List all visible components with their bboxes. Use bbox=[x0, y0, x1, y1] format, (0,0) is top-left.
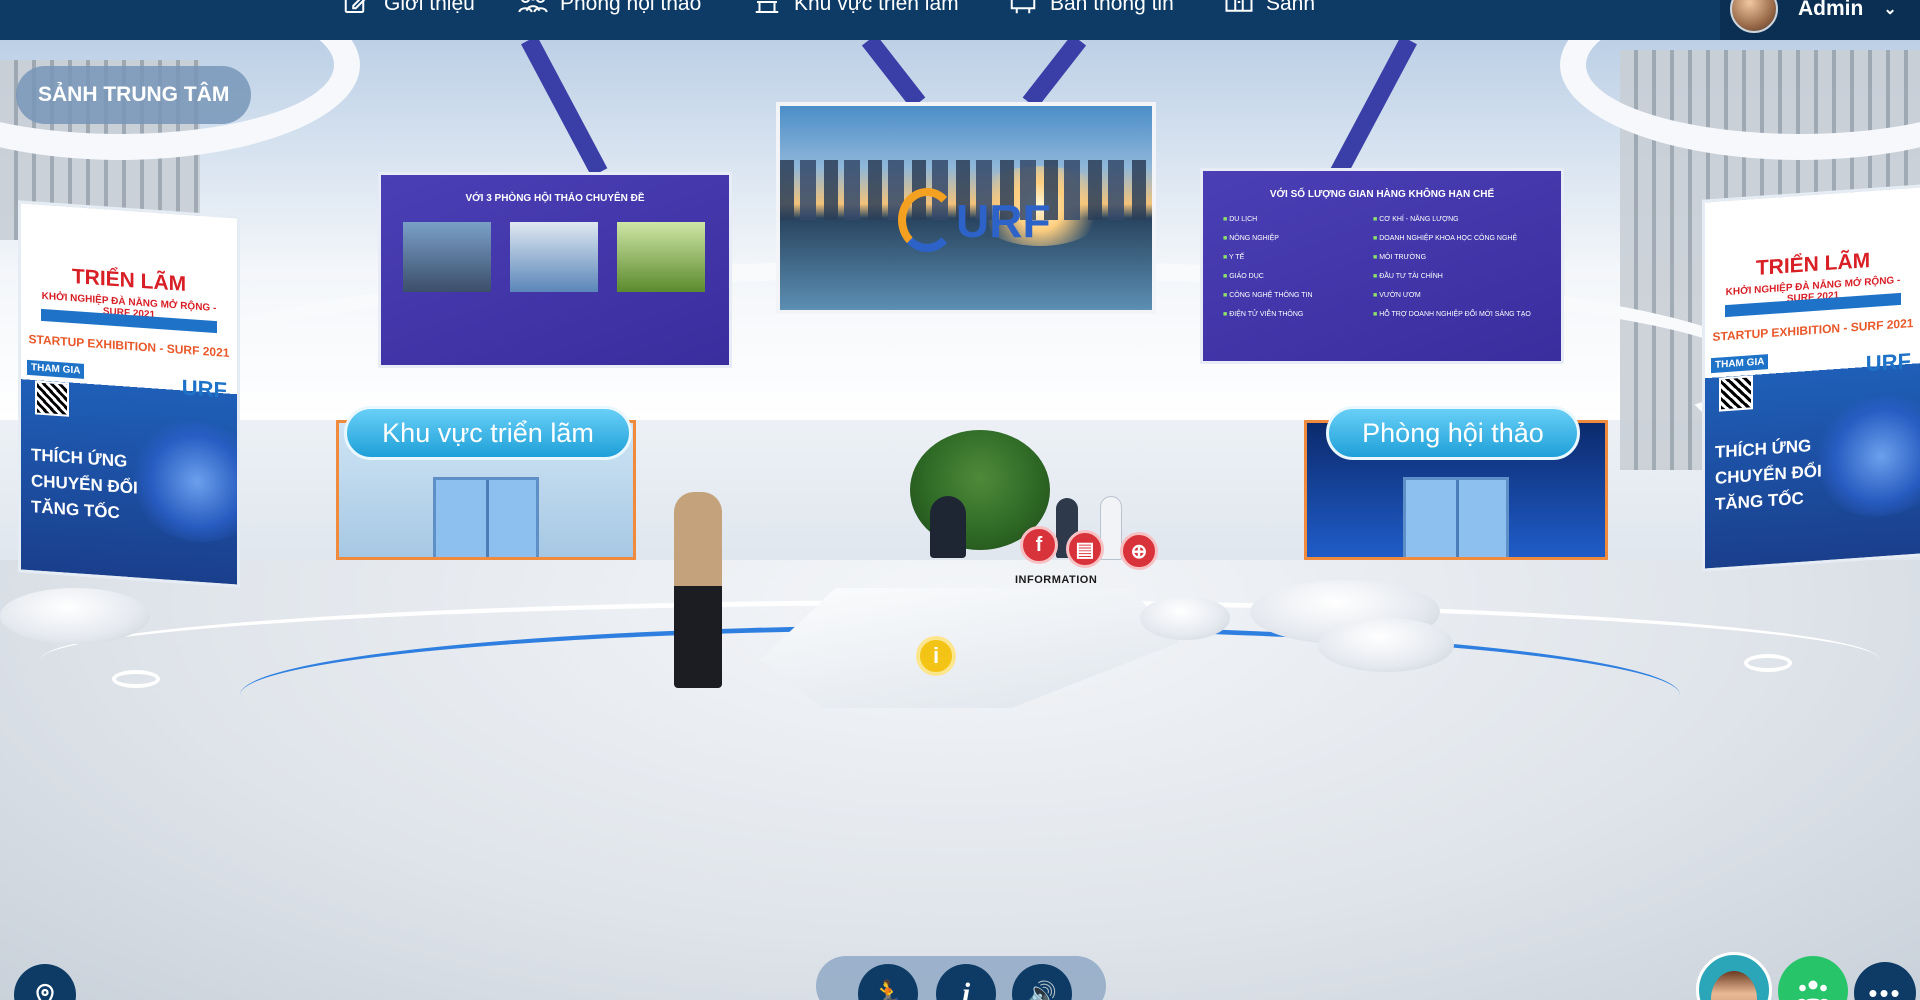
nav-item-sanh[interactable]: Sảnh bbox=[1224, 0, 1315, 18]
exhibition-door bbox=[433, 477, 539, 557]
booth-category: GIÁO DỤC bbox=[1223, 273, 1363, 280]
website-icon[interactable]: ⊕ bbox=[1120, 532, 1158, 570]
map-pin-icon bbox=[36, 983, 54, 1000]
nav-item-label: Sảnh bbox=[1266, 0, 1316, 15]
side-banner-left: TRIỂN LÃM KHỞI NGHIỆP ĐÀ NẴNG MỞ RỘNG - … bbox=[18, 200, 240, 588]
conference-room-label: Phòng hội thảo bbox=[1362, 417, 1544, 448]
booth-category: NÔNG NGHIỆP bbox=[1223, 235, 1363, 242]
booth-category: VƯỜN ƯƠM bbox=[1373, 292, 1541, 299]
booth-category: Y TẾ bbox=[1223, 254, 1363, 261]
nav-item-label: Bản thông tin bbox=[1050, 0, 1174, 15]
facebook-glyph: f bbox=[1035, 533, 1043, 556]
lobby-icon bbox=[1225, 0, 1253, 12]
nav-item-label: Phòng hội thảo bbox=[560, 0, 702, 15]
chevron-down-icon: ⌄ bbox=[1883, 1, 1897, 18]
nav-item-label: Khu vực triển lãm bbox=[794, 0, 959, 15]
information-label: INFORMATION bbox=[1015, 574, 1098, 586]
booth-category-list: DU LỊCH CƠ KHÍ - NĂNG LƯỢNG NÔNG NGHIỆP … bbox=[1203, 200, 1561, 318]
user-name: Admin bbox=[1798, 0, 1864, 20]
room-previews bbox=[381, 218, 729, 296]
info-board-icon bbox=[1010, 0, 1036, 14]
document-glyph: ▤ bbox=[1075, 538, 1095, 561]
sound-icon: 🔊 bbox=[1027, 980, 1057, 1000]
booth-category: HỖ TRỢ DOANH NGHIỆP ĐỔI MỚI SÁNG TẠO bbox=[1373, 311, 1541, 318]
walk-icon: 🏃 bbox=[871, 978, 905, 1000]
banner-thamgia: THAM GIA bbox=[1711, 354, 1769, 374]
urf-logo-mark bbox=[898, 188, 956, 252]
nav-item-label: Giới thiệu bbox=[384, 0, 475, 15]
facebook-icon[interactable]: f bbox=[1020, 526, 1058, 564]
people-icon bbox=[518, 0, 548, 13]
navigation-point[interactable] bbox=[1744, 654, 1792, 672]
virtual-lobby-scene[interactable]: TRIỂN LÃM KHỞI NGHIỆP ĐÀ NẴNG MỞ RỘNG - … bbox=[0, 40, 1920, 1000]
booth-category: DOANH NGHIỆP KHOA HỌC CÔNG NGHỆ bbox=[1373, 235, 1541, 242]
qr-code bbox=[1719, 375, 1753, 412]
booth-category: ĐẦU TƯ TÀI CHÍNH bbox=[1373, 273, 1541, 280]
assistant-avatar bbox=[1711, 971, 1757, 1000]
exhibition-icon bbox=[755, 1, 779, 13]
booth-category: DU LỊCH bbox=[1223, 216, 1363, 223]
booth-category: ĐIỆN TỬ VIỄN THÔNG bbox=[1223, 311, 1363, 318]
qr-code bbox=[35, 380, 69, 417]
info-glyph: i bbox=[932, 643, 940, 668]
edit-icon bbox=[344, 0, 366, 13]
banner-brand: URF bbox=[1865, 348, 1911, 377]
screen-title: VỚI SỐ LƯỢNG GIAN HÀNG KHÔNG HẠN CHẾ bbox=[1269, 189, 1495, 200]
nav-item-ban-thong-tin[interactable]: Bản thông tin bbox=[1008, 0, 1174, 18]
banner-brand: URF bbox=[181, 374, 227, 403]
urf-logo-text: URF bbox=[956, 195, 1051, 247]
nav-item-phong-hoi-thao[interactable]: Phòng hội thảo bbox=[518, 0, 701, 18]
side-banner-right: TRIỂN LÃM KHỞI NGHIỆP ĐÀ NẴNG MỞ RỘNG - … bbox=[1702, 184, 1920, 572]
top-navigation: Giới thiệu Phòng hội thảo Khu vực triển … bbox=[0, 0, 1920, 40]
receptionist bbox=[930, 496, 966, 558]
group-icon bbox=[1798, 980, 1828, 1000]
info-icon: i bbox=[961, 977, 971, 1000]
screen-title: VỚI 3 PHÒNG HỘI THẢO CHUYÊN ĐỀ bbox=[465, 193, 645, 204]
booths-screen: VỚI SỐ LƯỢNG GIAN HÀNG KHÔNG HẠN CHẾ DU … bbox=[1200, 168, 1564, 364]
booth-category: CƠ KHÍ - NĂNG LƯỢNG bbox=[1373, 216, 1541, 223]
website-glyph: ⊕ bbox=[1130, 540, 1148, 563]
avatar-character bbox=[674, 492, 722, 688]
info-hotspot-icon[interactable]: i bbox=[916, 636, 956, 676]
nav-item-gioi-thieu[interactable]: Giới thiệu bbox=[342, 0, 475, 18]
banner-thamgia: THAM GIA bbox=[27, 359, 85, 379]
document-icon[interactable]: ▤ bbox=[1066, 530, 1104, 568]
banner-slogan: THÍCH ỨNG CHUYỂN ĐỔI TĂNG TỐC bbox=[1715, 429, 1865, 517]
room-preview bbox=[509, 218, 600, 296]
exhibition-area-label: Khu vực triển lãm bbox=[382, 417, 594, 448]
room-preview bbox=[403, 218, 493, 296]
avatar bbox=[1730, 0, 1778, 33]
room-preview bbox=[616, 218, 707, 296]
more-icon: ••• bbox=[1868, 977, 1902, 1000]
booth-category: MÔI TRƯỜNG bbox=[1373, 254, 1541, 261]
booth-category: CÔNG NGHỆ THÔNG TIN bbox=[1223, 292, 1363, 299]
conference-rooms-screen: VỚI 3 PHÒNG HỘI THẢO CHUYÊN ĐỀ bbox=[378, 172, 732, 368]
seating-pod bbox=[1140, 596, 1230, 640]
location-label-text: SẢNH TRUNG TÂM bbox=[38, 83, 230, 106]
conference-room-sign[interactable]: Phòng hội thảo bbox=[1326, 406, 1580, 460]
user-menu[interactable]: Admin ⌄ bbox=[1720, 0, 1920, 40]
seating-pod bbox=[0, 588, 150, 644]
center-video-screen[interactable]: URF bbox=[776, 102, 1156, 314]
conference-door bbox=[1403, 477, 1509, 557]
navigation-point[interactable] bbox=[112, 670, 160, 688]
seating-pod bbox=[1318, 618, 1454, 672]
nav-item-khu-vuc-trien-lam[interactable]: Khu vực triển lãm bbox=[752, 0, 959, 18]
banner-slogan: THÍCH ỨNG CHUYỂN ĐỔI TĂNG TỐC bbox=[31, 442, 181, 530]
banner-startup: STARTUP EXHIBITION - SURF 2021 bbox=[1712, 315, 1914, 345]
exhibition-area-sign[interactable]: Khu vực triển lãm bbox=[344, 406, 632, 460]
location-label: SẢNH TRUNG TÂM bbox=[16, 66, 252, 124]
banner-startup: STARTUP EXHIBITION - SURF 2021 bbox=[28, 331, 230, 361]
